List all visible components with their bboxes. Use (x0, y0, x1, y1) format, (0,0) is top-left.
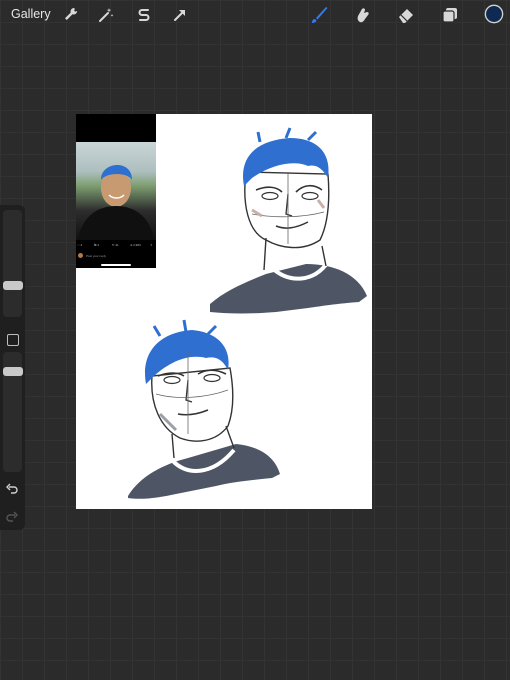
stat-replies: ♡ 4 (77, 243, 83, 247)
drawing-canvas[interactable]: ♡ 4 ⇆ 4 ↻ 41 ılı 2,984 ⇪ Post your reply (76, 114, 372, 509)
reference-stats: ♡ 4 ⇆ 4 ↻ 41 ılı 2,984 ⇪ (76, 243, 156, 251)
top-toolbar: Gallery (0, 0, 510, 30)
opacity-thumb[interactable] (3, 367, 23, 376)
wrench-icon[interactable] (61, 5, 81, 25)
avatar (78, 253, 83, 258)
redo-icon[interactable] (5, 510, 19, 524)
reference-image[interactable]: ♡ 4 ⇆ 4 ↻ 41 ılı 2,984 ⇪ Post your reply (76, 114, 156, 268)
modify-button[interactable] (7, 334, 19, 346)
reply-field: Post your reply (86, 254, 107, 258)
stat-views: ılı 2,984 (130, 243, 141, 247)
stat-likes: ↻ 41 (112, 243, 119, 247)
undo-icon[interactable] (5, 482, 19, 496)
layers-icon[interactable] (440, 5, 460, 25)
eraser-icon[interactable] (396, 5, 416, 25)
brush-size-thumb[interactable] (3, 281, 23, 290)
transform-arrow-icon[interactable] (170, 5, 190, 25)
selection-s-icon[interactable] (134, 5, 154, 25)
stat-share: ⇪ (150, 243, 153, 247)
stat-reposts: ⇆ 4 (94, 243, 100, 247)
left-sidebar (0, 205, 25, 530)
brush-size-slider[interactable] (3, 210, 22, 317)
magic-wand-icon[interactable] (96, 5, 116, 25)
home-indicator (101, 264, 131, 266)
color-swatch[interactable] (484, 4, 506, 26)
gallery-button[interactable]: Gallery (11, 7, 51, 21)
smudge-icon[interactable] (352, 5, 372, 25)
reference-photo (76, 142, 156, 240)
brush-icon[interactable] (309, 5, 329, 25)
